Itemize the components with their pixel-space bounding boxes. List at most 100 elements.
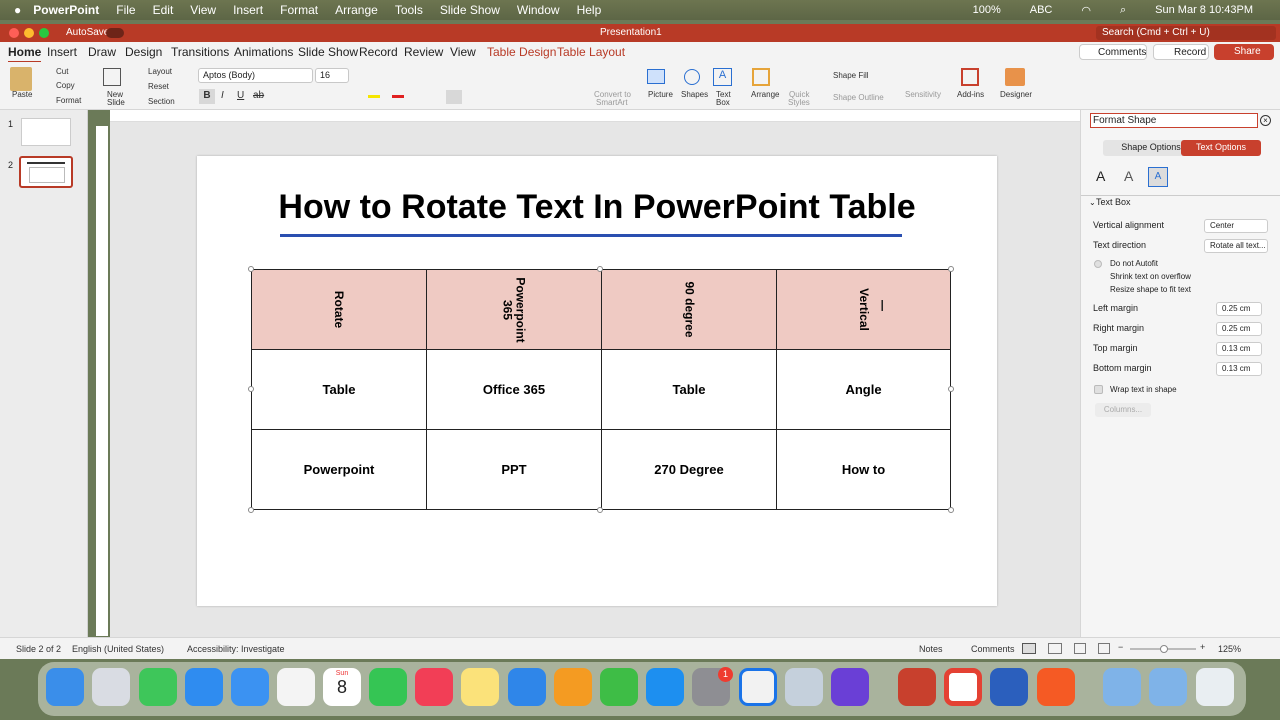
menu-tools[interactable]: Tools [395,3,423,17]
format-painter-button[interactable]: Format [56,96,81,105]
addins-icon[interactable] [961,68,979,86]
font-size-select[interactable]: 16 [315,68,349,83]
zoom-in-icon[interactable]: + [1200,642,1205,652]
keynote-icon[interactable] [508,668,546,706]
arrange-icon[interactable] [752,68,770,86]
pages-icon[interactable] [554,668,592,706]
bottom-margin-input[interactable]: 0.13 cm [1216,362,1262,376]
italic-button[interactable]: I [221,90,224,101]
chevron-down-icon[interactable]: ⌄ [1089,198,1096,207]
zoom-level[interactable]: 125% [1218,644,1241,654]
bold-button[interactable]: B [199,89,215,104]
comments-status-button[interactable]: Comments [971,644,1015,654]
table-cell[interactable]: Angle [776,349,951,430]
table-header-cell[interactable]: Rotate [251,269,427,350]
quick-styles-label-2[interactable]: Styles [788,98,810,107]
tab-record[interactable]: Record [359,45,398,59]
text-effects-icon[interactable]: A [1124,168,1133,184]
columns-button[interactable]: Columns... [1095,403,1151,417]
tab-view[interactable]: View [450,45,476,59]
minimize-window-button[interactable] [24,28,34,38]
resize-handle[interactable] [248,507,254,513]
addins-label[interactable]: Add-ins [957,90,984,99]
cut-button[interactable]: Cut [56,67,68,76]
textbox-label-2[interactable]: Box [716,98,730,107]
copy-button[interactable]: Copy [56,81,75,90]
menu-arrange[interactable]: Arrange [335,3,378,17]
table-cell[interactable]: 270 Degree [601,429,777,510]
menu-view[interactable]: View [190,3,216,17]
shapes-icon[interactable] [684,69,700,85]
textbox-icon[interactable]: A [713,68,732,86]
tab-insert[interactable]: Insert [47,45,77,59]
apple-icon[interactable]: ● [14,3,21,17]
facetime-icon[interactable] [369,668,407,706]
notes-app-icon[interactable] [461,668,499,706]
brave-icon[interactable] [1037,668,1075,706]
powerpoint-icon[interactable] [898,668,936,706]
shapes-label[interactable]: Shapes [681,90,708,99]
safari-icon[interactable] [185,668,223,706]
sensitivity-label[interactable]: Sensitivity [905,90,941,99]
quick-share-icon[interactable] [739,668,777,706]
slideshow-view-icon[interactable] [1098,643,1110,654]
app-name[interactable]: PowerPoint [33,3,99,17]
convert-smartart-label-2[interactable]: SmartArt [596,98,628,107]
paste-icon[interactable] [10,67,32,91]
vertical-alignment-select[interactable]: Center [1204,219,1268,233]
comments-button[interactable]: Comments [1079,44,1147,60]
table-header-cell[interactable]: Powerpoint 365 [426,269,602,350]
tab-table-design[interactable]: Table Design [487,45,556,59]
applications-folder-icon[interactable] [1103,668,1141,706]
resize-handle[interactable] [597,507,603,513]
notes-button[interactable]: Notes [919,644,943,654]
tab-transitions[interactable]: Transitions [171,45,229,59]
table-cell[interactable]: Table [251,349,427,430]
tab-table-layout[interactable]: Table Layout [557,45,625,59]
photos-icon[interactable] [277,668,315,706]
shape-fill-button[interactable]: Shape Fill [833,71,869,80]
resize-handle[interactable] [248,266,254,272]
shape-outline-button[interactable]: Shape Outline [833,93,884,102]
keyboard-input[interactable]: ABC [1030,4,1053,16]
text-direction-select[interactable]: Rotate all text... [1204,239,1268,253]
zoom-window-button[interactable] [39,28,49,38]
menu-edit[interactable]: Edit [153,3,174,17]
music-icon[interactable] [415,668,453,706]
close-panel-icon[interactable]: × [1260,115,1271,126]
datetime[interactable]: Sun Mar 8 10:43PM [1155,4,1253,16]
finder-icon[interactable] [46,668,84,706]
close-window-button[interactable] [9,28,19,38]
tab-review[interactable]: Review [404,45,443,59]
top-margin-input[interactable]: 0.13 cm [1216,342,1262,356]
reading-view-icon[interactable] [1074,643,1086,654]
slide-title[interactable]: How to Rotate Text In PowerPoint Table [197,188,997,227]
new-slide-label-2[interactable]: Slide [107,98,125,107]
trash-icon[interactable] [1196,668,1234,706]
resize-handle[interactable] [248,386,254,392]
resize-handle[interactable] [597,266,603,272]
menu-window[interactable]: Window [517,3,560,17]
text-options-tab[interactable]: Text Options [1181,140,1261,156]
section-button[interactable]: Section [148,97,175,106]
left-margin-input[interactable]: 0.25 cm [1216,302,1262,316]
language-status[interactable]: English (United States) [72,644,164,654]
zoom-out-icon[interactable]: − [1118,642,1123,652]
designer-icon[interactable] [1005,68,1025,86]
slide-sorter-icon[interactable] [1048,643,1062,654]
strikethrough-button[interactable]: ab [253,90,264,101]
autosave-toggle[interactable] [106,28,124,38]
slide-thumbnail-2[interactable] [19,156,73,188]
wrap-text-checkbox[interactable] [1094,385,1103,394]
arrange-label[interactable]: Arrange [751,90,779,99]
table-header-cell[interactable]: Vertical [776,269,951,350]
screenshot-icon[interactable] [785,668,823,706]
tab-design[interactable]: Design [125,45,162,59]
layout-button[interactable]: Layout [148,67,172,76]
wifi-icon[interactable]: ◠ [1081,4,1091,17]
normal-view-icon[interactable] [1022,643,1036,654]
textbox-section-header[interactable]: Text Box [1096,197,1131,207]
menu-help[interactable]: Help [577,3,602,17]
highlight-color-icon[interactable] [368,95,380,98]
calendar-icon[interactable]: Sun 8 [323,668,361,706]
